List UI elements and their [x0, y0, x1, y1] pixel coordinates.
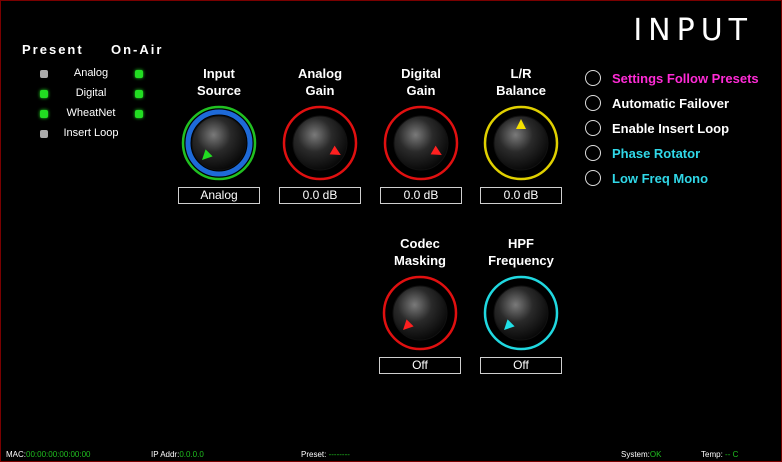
codec-masking-value: Off [379, 357, 461, 374]
knob-label: Digital Gain [401, 66, 441, 98]
input-source-control: Input Source Analog [174, 65, 264, 204]
option-label: Enable Insert Loop [612, 121, 730, 136]
input-source-value: Analog [178, 187, 260, 204]
knob-label: L/R Balance [496, 66, 546, 98]
present-led [40, 70, 48, 78]
present-led [40, 110, 48, 118]
option-label: Settings Follow Presets [612, 71, 759, 86]
radio-button[interactable] [585, 170, 601, 186]
knob-label: HPF Frequency [488, 236, 554, 268]
analog-gain-value: 0.0 dB [279, 187, 361, 204]
on-air-led [135, 90, 143, 98]
lr-balance-control: L/R Balance 0.0 dB [476, 65, 566, 204]
radio-button[interactable] [585, 120, 601, 136]
radio-button[interactable] [585, 145, 601, 161]
knob-face [191, 115, 247, 171]
source-label: Digital [75, 87, 107, 99]
status-mac: MAC:00:00:00:00:00:00 [6, 450, 91, 459]
digital-gain-knob[interactable] [382, 104, 460, 182]
radio-button[interactable] [585, 70, 601, 86]
on-air-header: On-Air [111, 42, 164, 57]
analog-gain-knob[interactable] [281, 104, 359, 182]
status-system: System:OK [621, 450, 662, 459]
knob-face [393, 115, 449, 171]
input-source-knob[interactable] [180, 104, 258, 182]
on-air-led [135, 130, 143, 138]
hpf-frequency-knob[interactable] [482, 274, 560, 352]
present-led [40, 130, 48, 138]
option-label: Low Freq Mono [612, 171, 709, 186]
status-ip-addr: IP Addr:0.0.0.0 [151, 450, 204, 459]
on-air-led [135, 110, 143, 118]
source-row-wheatnet: WheatNet [37, 106, 149, 124]
status-preset: Preset: -------- [301, 450, 350, 459]
option-label: Phase Rotator [612, 146, 701, 161]
knob-label: Input Source [196, 66, 242, 98]
codec-masking-control: Codec Masking Off [375, 235, 465, 374]
knob-face [493, 285, 549, 341]
source-row-digital: Digital [37, 86, 149, 104]
source-row-analog: Analog [37, 66, 149, 84]
knob-label: Codec Masking [393, 236, 446, 268]
hpf-frequency-control: HPF Frequency Off [476, 235, 566, 374]
knob-face [392, 285, 448, 341]
digital-gain-control: Digital Gain 0.0 dB [376, 65, 466, 204]
radio-button[interactable] [585, 95, 601, 111]
lr-balance-value: 0.0 dB [480, 187, 562, 204]
digital-gain-value: 0.0 dB [380, 187, 462, 204]
codec-masking-knob[interactable] [381, 274, 459, 352]
on-air-led [135, 70, 143, 78]
knob-label: Analog Gain [297, 66, 343, 98]
source-label: WheatNet [66, 107, 116, 119]
source-row-insert-loop: Insert Loop [37, 126, 149, 144]
analog-gain-control: Analog Gain 0.0 dB [275, 65, 365, 204]
input-panel: INPUT Present On-Air Analog Digital Whea… [0, 0, 782, 462]
lr-balance-knob[interactable] [482, 104, 560, 182]
source-label: Analog [73, 67, 109, 79]
option-label: Automatic Failover [612, 96, 730, 111]
knob-face [292, 115, 348, 171]
hpf-frequency-value: Off [480, 357, 562, 374]
present-header: Present [22, 42, 84, 57]
page-title: INPUT [633, 13, 753, 48]
present-led [40, 90, 48, 98]
status-temp: Temp: -- C [701, 450, 739, 459]
source-label: Insert Loop [63, 127, 119, 139]
